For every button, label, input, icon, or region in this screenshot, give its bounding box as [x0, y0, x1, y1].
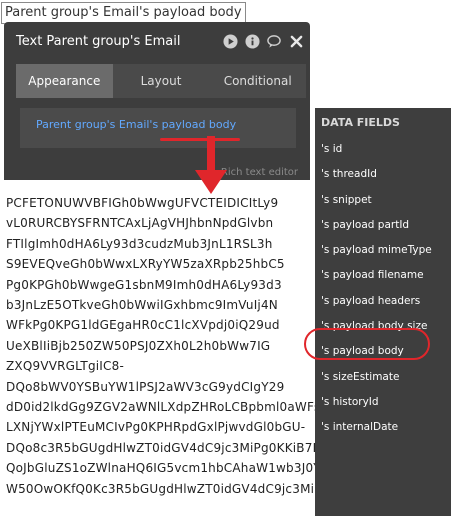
code-line: PCFETONUWVBFIGh0bWwgUFVCTEIDICItLy9 — [6, 196, 279, 210]
expression-text[interactable]: Parent group's Email's payload body — [36, 118, 236, 131]
data-field-internaldate[interactable]: 's internalDate — [321, 415, 451, 440]
code-line: UeXBlIiBjb250ZW50PSJ0ZXh0L2h0bWw7IG — [6, 338, 271, 353]
code-line: DQo8c3R5bGUgdHlwZT0idGV4dC9jc3MiPg0KKiB7… — [6, 440, 323, 455]
panel-title: Text Parent group's Email — [16, 34, 181, 49]
info-icon[interactable] — [244, 33, 260, 49]
code-line: vL0RURCBYSFRNTCAxLjAgVHJhbnNpdGlvbn — [6, 216, 274, 231]
comment-icon[interactable] — [266, 33, 282, 49]
code-line: W50OwOKfQ0Kc3R5bGUgdHlwZT0idGV4dC9jc3Mi — [6, 481, 315, 496]
code-line: Pg0KPGh0bWwgeG1sbnM9Imh0dHA6Ly93d3 — [6, 277, 282, 292]
data-fields-list: 's id 's threadId 's snippet 's payload … — [321, 137, 451, 441]
tab-conditional[interactable]: Conditional — [209, 64, 306, 98]
data-fields-header: DATA FIELDS — [321, 116, 400, 129]
close-icon[interactable] — [288, 33, 304, 49]
code-line: WFkPg0KPG1ldGEgaHR0cC1lcXVpdj0iQ29ud — [6, 318, 280, 333]
code-line: ZXQ9VVRGLTgiIC8- — [6, 359, 124, 374]
code-line: FTIlgImh0dHA6Ly93d3cudzMub3JnL1RSL3h — [6, 236, 273, 251]
code-line: QoJbGluZS1oZWlnaHQ6IG5vcm1hbCAhaW1wb3J0Y — [6, 461, 321, 476]
code-line: b3JnLzE5OTkveGh0bWwiIGxhbmc9ImVuIj4N — [6, 298, 278, 313]
play-icon[interactable] — [222, 33, 238, 49]
data-field-threadid[interactable]: 's threadId — [321, 162, 451, 187]
rich-text-editor-label: Rich text editor — [220, 167, 298, 178]
data-field-payload-filename[interactable]: 's payload filename — [321, 263, 451, 288]
code-line: dD0id2lkdGg9ZGV2aWNlLXdpZHRoLCBpbml0aWFs — [6, 400, 321, 415]
code-line: S9EVEQveGh0bWwxLXRyYW5zaXRpb25hbC5 — [6, 257, 285, 272]
data-field-sizeestimate[interactable]: 's sizeEstimate — [321, 365, 451, 390]
down-arrow-icon — [195, 136, 227, 194]
data-field-payload-headers[interactable]: 's payload headers — [321, 289, 451, 314]
payload-body-text: PCFETONUWVBFIGh0bWwgUFVCTEIDICItLy9 vL0R… — [6, 193, 336, 516]
data-field-snippet[interactable]: 's snippet — [321, 188, 451, 213]
panel-toolbar — [222, 33, 304, 49]
data-field-id[interactable]: 's id — [321, 137, 451, 162]
tab-layout[interactable]: Layout — [113, 64, 210, 98]
data-field-payload-mimetype[interactable]: 's payload mimeType — [321, 238, 451, 263]
tab-appearance[interactable]: Appearance — [16, 64, 113, 98]
code-line: DQo8bWV0YSBuYW1lPSJ2aWV3cG9ydCIgY29 — [6, 379, 285, 394]
dynamic-expression-field[interactable]: Parent group's Email's payload body — [20, 108, 296, 148]
code-line: LXNjYWxlPTEuMCIvPg0KPHRpdGxlPjwvdGl0bGU- — [6, 420, 306, 435]
data-field-historyid[interactable]: 's historyId — [321, 390, 451, 415]
top-expression-label: Parent group's Email's payload body — [1, 2, 246, 24]
data-fields-dropdown: DATA FIELDS 's id 's threadId 's snippet… — [315, 108, 451, 516]
property-editor-panel: Text Parent group's Email Appearance Lay… — [4, 22, 310, 180]
panel-tabs: Appearance Layout Conditional — [16, 64, 306, 98]
data-field-payload-partid[interactable]: 's payload partId — [321, 213, 451, 238]
highlight-circle — [304, 328, 430, 360]
